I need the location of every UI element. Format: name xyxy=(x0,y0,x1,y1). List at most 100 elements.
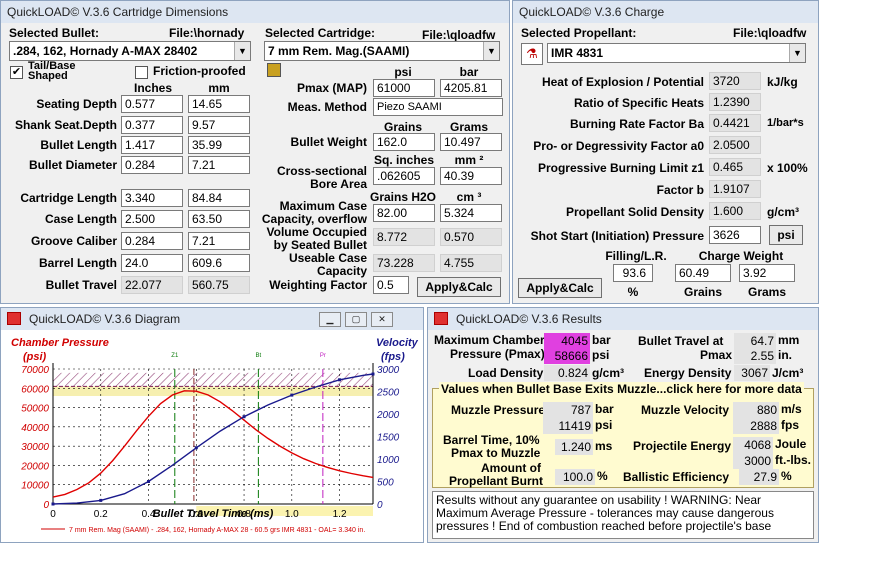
tail-base-checkbox[interactable]: ✔ xyxy=(10,66,23,79)
weighting-factor-input[interactable]: 0.5 xyxy=(373,276,409,294)
grams-header: Grams xyxy=(449,120,489,134)
x-axis-label: Bullet Travel Time (ms) xyxy=(153,508,274,520)
chevron-down-icon[interactable]: ▼ xyxy=(789,44,805,62)
case-length-label: Case Length xyxy=(44,212,117,226)
case-length-mm[interactable]: 63.50 xyxy=(188,210,250,228)
ratio-specific-heats-value: 1.2390 xyxy=(709,93,761,111)
cartridge-icon[interactable] xyxy=(267,63,281,77)
x-tick-label: 1.2 xyxy=(333,509,347,520)
barrel-time-label: Barrel Time, 10% xyxy=(443,433,540,447)
barrel-time-unit: ms xyxy=(595,439,613,453)
shank-seat-depth-in[interactable]: 0.377 xyxy=(121,116,183,134)
barrel-length-label: Barrel Length xyxy=(38,256,117,270)
load-density-unit: g/cm³ xyxy=(592,366,625,380)
results-message-box[interactable]: Results without any guarantee on usabili… xyxy=(432,491,814,539)
volume-occupied-grains: 8.772 xyxy=(373,228,435,246)
pressure-curve xyxy=(52,390,374,498)
pmax-bar-unit: bar xyxy=(592,333,611,347)
cartridge-select[interactable]: 7 mm Rem. Mag.(SAAMI) ▼ xyxy=(264,41,500,61)
shank-seat-depth-mm[interactable]: 9.57 xyxy=(188,116,250,134)
bullet-select-value: .284, 162, Hornady A-MAX 28402 xyxy=(13,44,198,58)
filling-pct-label: % xyxy=(627,285,639,299)
col-inches-header: Inches xyxy=(133,81,172,95)
close-icon[interactable]: ✕ xyxy=(371,312,393,327)
groove-caliber-in[interactable]: 0.284 xyxy=(121,232,183,250)
bullet-weight-grains[interactable]: 162.0 xyxy=(373,133,435,151)
y-right-tick-label: 500 xyxy=(377,478,394,489)
y-right-tick-label: 1000 xyxy=(377,455,400,466)
charge-grains-input[interactable]: 60.49 xyxy=(675,264,731,282)
propellant-select[interactable]: IMR 4831 ▼ xyxy=(547,43,806,63)
seating-depth-in[interactable]: 0.577 xyxy=(121,95,183,113)
cartridge-length-mm[interactable]: 84.84 xyxy=(188,189,250,207)
bullet-diameter-mm[interactable]: 7.21 xyxy=(188,156,250,174)
velocity-point xyxy=(371,372,375,376)
velocity-point xyxy=(242,415,246,419)
heat-of-explosion-label: Heat of Explosion / Potential xyxy=(541,75,704,89)
load-density-label: Load Density xyxy=(468,366,544,380)
shot-start-input[interactable]: 3626 xyxy=(709,226,761,244)
pmax-label: Pmax (MAP) xyxy=(296,81,367,95)
maximize-icon[interactable]: ▢ xyxy=(345,312,367,327)
charge-weight-header: Charge Weight xyxy=(698,249,784,263)
propellant-icon[interactable]: ⚗ xyxy=(521,43,543,65)
chevron-down-icon[interactable]: ▼ xyxy=(483,42,499,60)
shot-start-unit-button[interactable]: psi xyxy=(769,225,803,245)
diagram-window-title: QuickLOAD© V.3.6 Diagram ▁ ▢ ✕ xyxy=(1,308,423,330)
muzzle-pressure-label: Muzzle Pressure xyxy=(451,403,546,417)
bullet-travel-mm: 560.75 xyxy=(188,276,250,294)
case-length-in[interactable]: 2.500 xyxy=(121,210,183,228)
meas-method-label: Meas. Method xyxy=(287,100,367,114)
results-window: QuickLOAD© V.3.6 Results Maximum Chamber… xyxy=(427,307,819,543)
bullet-diameter-in[interactable]: 0.284 xyxy=(121,156,183,174)
max-case-capacity-grains[interactable]: 82.00 xyxy=(373,204,435,222)
results-window-title: QuickLOAD© V.3.6 Results xyxy=(428,308,818,330)
projectile-energy-ftlb-unit: ft.-lbs. xyxy=(775,453,811,467)
y-left-tick-label: 50000 xyxy=(21,404,49,415)
minimize-icon[interactable]: ▁ xyxy=(319,312,341,327)
chevron-down-icon[interactable]: ▼ xyxy=(234,42,250,60)
event-marker-label: Bt xyxy=(256,353,262,359)
burning-limit-label: Progressive Burning Limit z1 xyxy=(537,161,704,175)
selected-propellant-label: Selected Propellant: xyxy=(521,26,637,40)
groove-caliber-mm[interactable]: 7.21 xyxy=(188,232,250,250)
bullet-diameter-label: Bullet Diameter xyxy=(28,158,117,172)
charge-apply-calc-button[interactable]: Apply&Calc xyxy=(518,278,602,298)
charge-grams-input[interactable]: 3.92 xyxy=(739,264,795,282)
pmax-bar-input[interactable]: 4205.81 xyxy=(440,79,502,97)
amount-burnt-label-2: Propellant Burnt xyxy=(449,474,544,488)
shot-start-label: Shot Start (Initiation) Pressure xyxy=(530,229,704,243)
pmax-psi-input[interactable]: 61000 xyxy=(373,79,435,97)
cartridge-window-title: QuickLOAD© V.3.6 Cartridge Dimensions xyxy=(1,1,509,23)
bore-area-mm[interactable]: 40.39 xyxy=(440,167,502,185)
bullet-length-mm[interactable]: 35.99 xyxy=(188,136,250,154)
heat-of-explosion-value: 3720 xyxy=(709,72,761,90)
chamber-pressure-label: Chamber Pressure xyxy=(11,337,109,349)
chart-legend: 7 mm Rem. Mag (SAAMI) - .284, 162, Horna… xyxy=(69,527,365,534)
burning-rate-unit: 1/bar*s xyxy=(767,117,804,129)
barrel-length-in[interactable]: 24.0 xyxy=(121,254,183,272)
friction-proofed-label: Friction-proofed xyxy=(153,64,246,78)
friction-proofed-checkbox[interactable] xyxy=(135,66,148,79)
bullet-weight-label: Bullet Weight xyxy=(290,135,367,149)
cartridge-length-in[interactable]: 3.340 xyxy=(121,189,183,207)
cartridge-apply-calc-button[interactable]: Apply&Calc xyxy=(417,277,501,297)
barrel-length-mm[interactable]: 609.6 xyxy=(188,254,250,272)
bullet-weight-grams[interactable]: 10.497 xyxy=(440,133,502,151)
bullet-select[interactable]: .284, 162, Hornady A-MAX 28402 ▼ xyxy=(9,41,251,61)
bullet-length-in[interactable]: 1.417 xyxy=(121,136,183,154)
max-case-capacity-cm3[interactable]: 5.324 xyxy=(440,204,502,222)
velocity-point xyxy=(147,480,151,483)
meas-method-input[interactable]: Piezo SAAMI xyxy=(373,98,503,116)
muzzle-data-header[interactable]: Values when Bullet Base Exits Muzzle...c… xyxy=(439,382,804,396)
weighting-factor-label: Weighting Factor xyxy=(269,278,367,292)
burning-limit-value: 0.465 xyxy=(709,158,761,176)
y-left-tick-label: 0 xyxy=(43,500,49,511)
event-marker-label: Pr xyxy=(320,353,326,359)
ballistics-chart: Chamber Pressure (psi) Velocity (fps) 0 1… xyxy=(11,337,419,534)
bore-area-in[interactable]: .062605 xyxy=(373,167,435,185)
seating-depth-mm[interactable]: 14.65 xyxy=(188,95,250,113)
muzzle-data-panel[interactable]: Values when Bullet Base Exits Muzzle...c… xyxy=(432,382,814,488)
y-left-tick-label: 20000 xyxy=(20,461,49,472)
filling-input[interactable]: 93.6 xyxy=(613,264,653,282)
